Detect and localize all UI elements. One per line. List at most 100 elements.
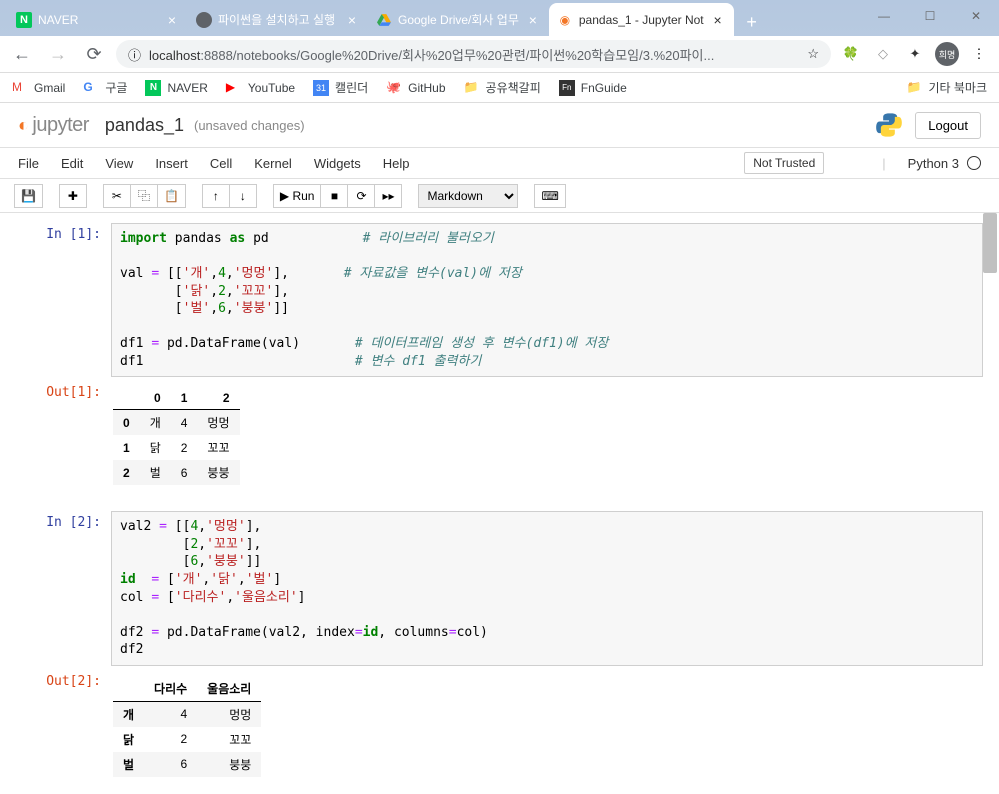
- table-row: 1닭2꼬꼬: [113, 435, 240, 460]
- browser-toolbar: ← → ⟳ ⓘ localhost:8888/notebooks/Google%…: [0, 36, 999, 73]
- save-status: (unsaved changes): [194, 118, 305, 133]
- tab-title: pandas_1 - Jupyter Not: [579, 13, 704, 27]
- browser-menu[interactable]: ⋮: [967, 42, 991, 66]
- table-header: 0: [140, 387, 171, 410]
- extensions-button[interactable]: ✦: [903, 42, 927, 66]
- dataframe-table: 다리수울음소리개4멍멍닭2꼬꼬벌6붕붕: [113, 676, 261, 777]
- menu-insert[interactable]: Insert: [155, 156, 188, 171]
- kernel-status-icon: [967, 156, 981, 170]
- drive-icon: [376, 12, 392, 28]
- cell-input[interactable]: In [2]:val2 = [[4,'멍멍'], [2,'꼬꼬'], [6,'붕…: [0, 509, 999, 667]
- minimize-button[interactable]: —: [861, 0, 907, 32]
- code-editor[interactable]: import pandas as pd # 라이브러리 불러오기 val = […: [111, 223, 983, 377]
- save-button[interactable]: 💾: [14, 184, 43, 208]
- fnguide-icon: Fn: [559, 80, 575, 96]
- bookmark-github[interactable]: 🐙GitHub: [386, 80, 445, 96]
- github-icon: 🐙: [386, 80, 402, 96]
- stop-button[interactable]: ■: [320, 184, 348, 208]
- python-icon: [875, 111, 903, 139]
- jupyter-logo[interactable]: ◐ jupyter: [18, 114, 89, 137]
- cell-output: Out[1]:0120개4멍멍1닭2꼬꼬2벌6붕붕: [0, 379, 999, 493]
- star-icon[interactable]: ☆: [807, 46, 819, 62]
- table-header: [113, 676, 144, 702]
- move-up-button[interactable]: ↑: [202, 184, 230, 208]
- cell-type-select[interactable]: Markdown: [418, 184, 518, 208]
- bookmark-youtube[interactable]: ▶YouTube: [226, 80, 295, 96]
- out-prompt: Out[2]:: [16, 670, 111, 783]
- close-button[interactable]: ✕: [953, 0, 999, 32]
- jupyter-icon: ◉: [557, 12, 573, 28]
- tab-title: Google Drive/회사 업무: [398, 11, 519, 28]
- menu-file[interactable]: File: [18, 156, 39, 171]
- run-button[interactable]: ▶ Run: [273, 184, 322, 208]
- command-palette-button[interactable]: ⌨: [534, 184, 565, 208]
- info-icon[interactable]: ⓘ: [128, 45, 141, 64]
- logout-button[interactable]: Logout: [915, 112, 981, 139]
- reload-button[interactable]: ⟳: [80, 40, 108, 68]
- gmail-icon: M: [12, 80, 28, 96]
- tab-jupyter[interactable]: ◉ pandas_1 - Jupyter Not ×: [549, 3, 734, 36]
- back-button[interactable]: ←: [8, 40, 36, 68]
- paste-button[interactable]: 📋: [157, 184, 186, 208]
- notebook-cells[interactable]: In [1]:import pandas as pd # 라이브러리 불러오기 …: [0, 213, 999, 794]
- profile-avatar[interactable]: 희명: [935, 42, 959, 66]
- table-row: 0개4멍멍: [113, 410, 240, 436]
- globe-icon: [196, 12, 212, 28]
- tab-google-drive[interactable]: Google Drive/회사 업무 ×: [368, 3, 549, 36]
- menu-cell[interactable]: Cell: [210, 156, 232, 171]
- close-icon[interactable]: ×: [525, 12, 541, 28]
- add-cell-button[interactable]: ✚: [59, 184, 87, 208]
- calendar-icon: 31: [313, 80, 329, 96]
- evernote-extension[interactable]: 🍀: [839, 42, 863, 66]
- trust-badge[interactable]: Not Trusted: [744, 152, 824, 174]
- out-prompt: Out[1]:: [16, 381, 111, 491]
- dataframe-table: 0120개4멍멍1닭2꼬꼬2벌6붕붕: [113, 387, 240, 485]
- bookmark-naver[interactable]: NNAVER: [145, 80, 207, 96]
- url-port: :8888: [200, 48, 233, 63]
- code-editor[interactable]: val2 = [[4,'멍멍'], [2,'꼬꼬'], [6,'붕붕']] id…: [111, 511, 983, 665]
- jupyter-logo-icon: ◐: [18, 115, 28, 136]
- copy-button[interactable]: ⿻: [130, 184, 158, 208]
- maximize-button[interactable]: ☐: [907, 0, 953, 32]
- url-path: /notebooks/Google%20Drive/회사%20업무%20관련/파…: [233, 48, 714, 63]
- menu-help[interactable]: Help: [383, 156, 410, 171]
- jupyter-toolbar: 💾 ✚ ✂ ⿻ 📋 ↑ ↓ ▶ Run ■ ⟳ ▸▸ Markdown: [0, 179, 999, 213]
- browser-tabstrip: N NAVER × 파이썬을 설치하고 실행 × Google Drive/회사…: [0, 0, 999, 36]
- tab-title: NAVER: [38, 13, 158, 27]
- table-row: 개4멍멍: [113, 701, 261, 727]
- notebook-name[interactable]: pandas_1: [105, 115, 184, 136]
- move-down-button[interactable]: ↓: [229, 184, 257, 208]
- bookmark-fnguide[interactable]: FnFnGuide: [559, 80, 627, 96]
- jupyter-menubar: File Edit View Insert Cell Kernel Widget…: [0, 148, 999, 179]
- bookmarks-bar: MGmail G구글 NNAVER ▶YouTube 31캘린더 🐙GitHub…: [0, 73, 999, 103]
- menu-widgets[interactable]: Widgets: [314, 156, 361, 171]
- restart-button[interactable]: ⟳: [347, 184, 375, 208]
- bookmark-shared[interactable]: 📁공유책갈피: [464, 79, 541, 96]
- forward-button[interactable]: →: [44, 40, 72, 68]
- youtube-icon: ▶: [226, 80, 242, 96]
- run-all-button[interactable]: ▸▸: [374, 184, 402, 208]
- shield-extension[interactable]: ◇: [871, 42, 895, 66]
- other-bookmarks[interactable]: 📁기타 북마크: [906, 79, 987, 96]
- close-icon[interactable]: ×: [344, 12, 360, 28]
- close-icon[interactable]: ×: [164, 12, 180, 28]
- bookmark-google[interactable]: G구글: [83, 79, 127, 96]
- menu-kernel[interactable]: Kernel: [254, 156, 292, 171]
- new-tab-button[interactable]: +: [738, 8, 766, 36]
- kernel-indicator[interactable]: Python 3: [908, 156, 981, 171]
- cell-output: Out[2]:다리수울음소리개4멍멍닭2꼬꼬벌6붕붕: [0, 668, 999, 785]
- cut-button[interactable]: ✂: [103, 184, 131, 208]
- tab-python-install[interactable]: 파이썬을 설치하고 실행 ×: [188, 3, 368, 36]
- close-icon[interactable]: ×: [710, 12, 726, 28]
- menu-edit[interactable]: Edit: [61, 156, 83, 171]
- tab-naver[interactable]: N NAVER ×: [8, 3, 188, 36]
- table-row: 2벌6붕붕: [113, 460, 240, 485]
- jupyter-header: ◐ jupyter pandas_1 (unsaved changes) Log…: [0, 103, 999, 148]
- url-input[interactable]: ⓘ localhost:8888/notebooks/Google%20Driv…: [116, 40, 831, 68]
- bookmark-calendar[interactable]: 31캘린더: [313, 79, 368, 96]
- in-prompt: In [2]:: [16, 511, 111, 665]
- bookmark-gmail[interactable]: MGmail: [12, 80, 65, 96]
- scrollbar-thumb[interactable]: [983, 213, 997, 273]
- menu-view[interactable]: View: [105, 156, 133, 171]
- cell-input[interactable]: In [1]:import pandas as pd # 라이브러리 불러오기 …: [0, 221, 999, 379]
